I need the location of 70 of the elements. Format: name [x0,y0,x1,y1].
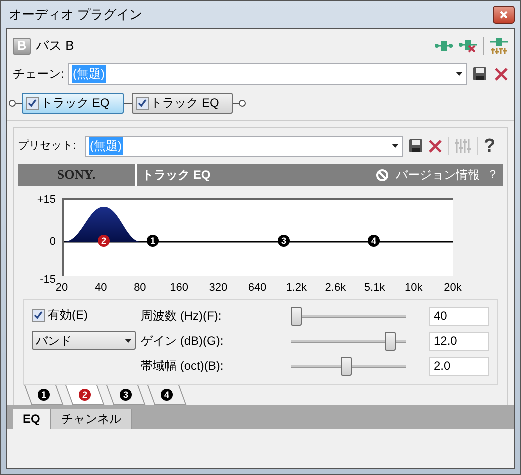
x-tick-label: 320 [209,282,228,295]
parameter-label: 周波数 (Hz)(F): [141,308,223,325]
slider-thumb[interactable] [291,306,302,326]
x-tick-label: 10k [405,282,423,295]
x-tick-label: 640 [248,282,267,295]
band-tab[interactable]: 2 [65,385,105,405]
plugin-button[interactable]: トラック EQ [132,92,234,114]
checkbox[interactable] [26,96,39,110]
x-tick-label: 5.1k [364,282,386,295]
band-type-dropdown[interactable]: バンド [32,331,136,350]
preset-label: プリセット: [18,138,78,154]
x-tick-label: 160 [170,282,188,295]
value-field[interactable]: 12.0 [429,332,489,350]
band-tab[interactable]: 1 [24,385,64,405]
tab[interactable]: チャンネル [51,409,132,429]
eq-graph[interactable]: 2 1 3 4 [62,198,453,276]
x-tick-label: 80 [134,282,146,295]
value-field[interactable]: 40 [429,306,489,326]
x-tick-label: 2.6k [325,282,346,295]
y-tick-label: 0 [50,236,56,249]
mixer-icon[interactable] [490,37,508,55]
parameter-label: 帯域幅 (oct)(B): [141,358,225,375]
band-marker[interactable]: 4 [368,235,380,247]
tab[interactable]: EQ [13,409,52,429]
slider-track[interactable] [291,306,406,326]
enabled-label: 有効(E) [48,307,88,324]
close-icon [500,10,508,18]
band-marker[interactable]: 3 [278,235,290,247]
window-title: オーディオ プラグイン [9,6,143,24]
slider-track[interactable] [291,332,406,350]
save-icon[interactable] [409,139,423,153]
y-tick-label: -15 [40,274,56,287]
x-tick-label: 20k [444,282,462,295]
x-tick-label: 20 [56,282,68,295]
plugin-name: トラック EQ [141,167,211,184]
close-button[interactable] [493,6,515,24]
x-tick-label: 1.2k [286,282,307,295]
slider-thumb[interactable] [340,356,352,376]
slider-track[interactable] [291,356,406,376]
delete-icon[interactable] [429,140,442,152]
caret-icon [125,338,132,342]
parameter-label: ゲイン (dB)(G): [141,333,225,350]
bus-badge: B [13,38,31,54]
y-tick-label: +15 [37,194,56,207]
plugin-label: トラック EQ [41,95,111,112]
band-marker[interactable]: 1 [147,235,159,247]
band-tab[interactable]: 3 [106,385,146,405]
help-mark[interactable]: ? [490,166,496,184]
slider-thumb[interactable] [384,332,396,350]
x-tick-label: 40 [94,282,108,295]
plugin-label: トラック EQ [150,95,220,112]
close-icon[interactable] [495,68,508,80]
bus-name: バス B [36,37,74,56]
caret-icon [456,72,463,76]
brand-logo: SONY. [18,164,137,186]
plugin-button[interactable]: トラック EQ [22,92,124,114]
plugin-remove-icon[interactable] [459,39,477,53]
no-icon [376,168,389,182]
band-tab[interactable]: 4 [147,385,187,405]
checkbox[interactable] [136,96,149,110]
version-info-link[interactable]: バージョン情報 [396,166,480,184]
save-icon[interactable] [473,67,487,81]
band-marker[interactable]: 2 [98,235,110,247]
help-button[interactable]: ? [484,136,496,156]
mixer-icon [455,138,471,154]
caret-icon [392,144,399,148]
checkbox[interactable] [32,308,45,322]
value-field[interactable]: 2.0 [429,356,489,376]
chain-label: チェーン: [13,66,66,83]
plugin-add-icon[interactable] [435,40,453,52]
